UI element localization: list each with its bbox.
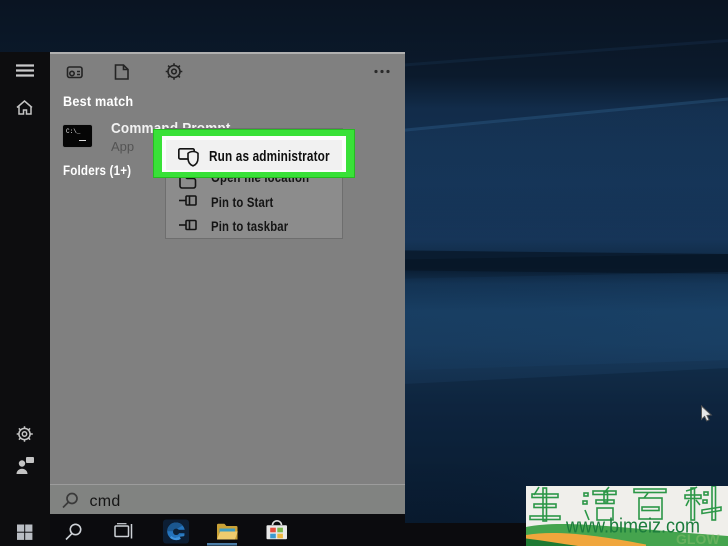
svg-text:www.bimeiz.com: www.bimeiz.com: [565, 516, 700, 538]
